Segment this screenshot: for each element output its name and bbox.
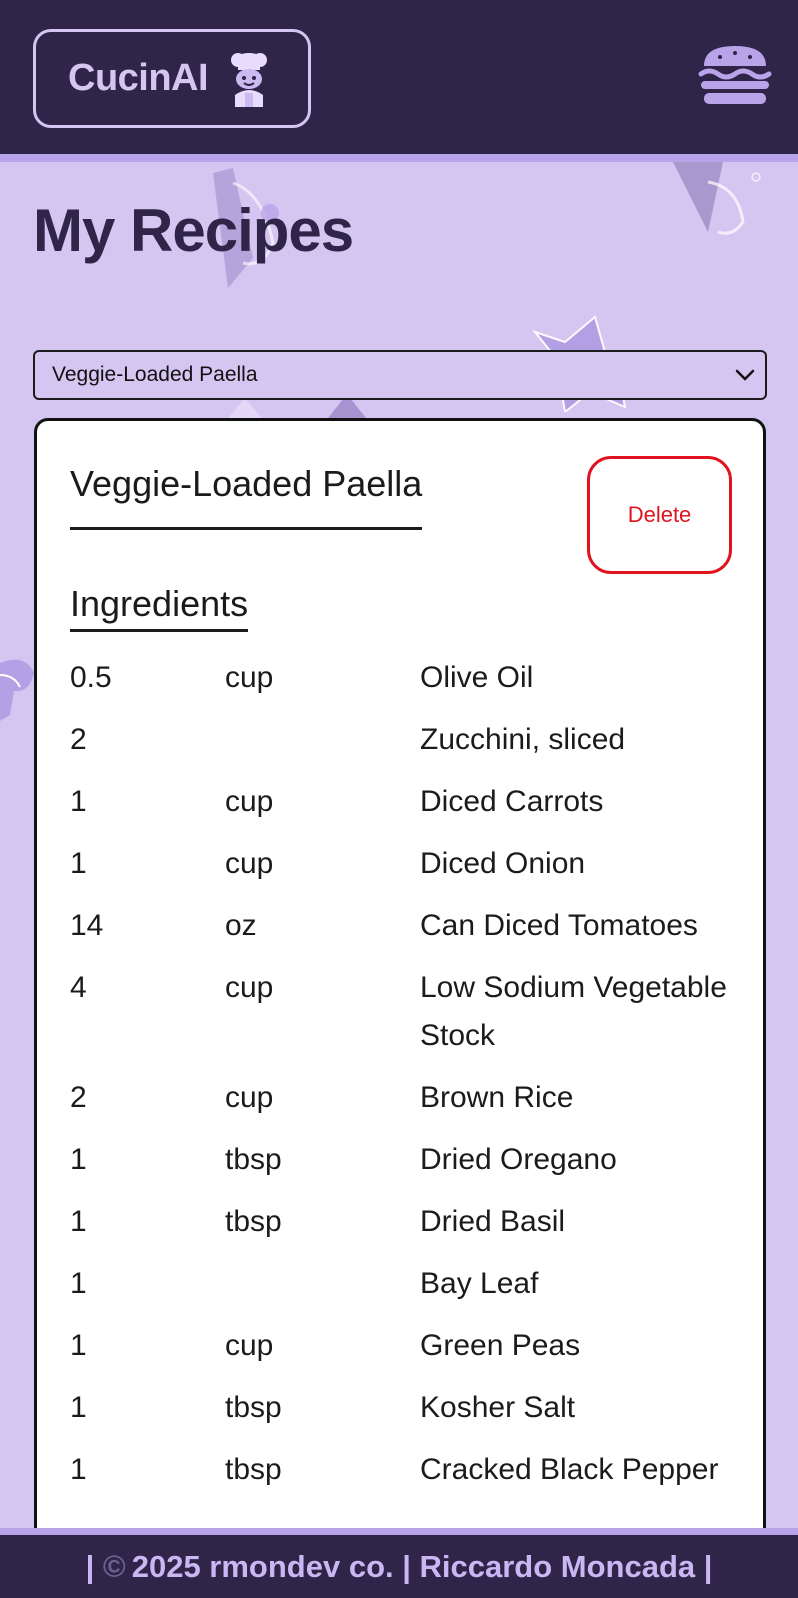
recipe-card: Veggie-Loaded Paella Delete Ingredients … [34, 418, 766, 1598]
footer-separator: | [85, 1548, 95, 1584]
ingredient-quantity: 1 [70, 847, 87, 880]
ingredient-quantity: 1 [70, 1453, 87, 1486]
ingredient-unit: cup [225, 785, 274, 818]
ingredient-name: Dried Basil [420, 1205, 566, 1238]
ingredient-unit: cup [225, 661, 274, 694]
background-doodle-icon [0, 659, 34, 721]
ingredients-list: 0.5 cup Olive Oil 2 Zucchini, sliced 1 cup Dice… [70, 647, 730, 1501]
ingredient-row: 1 cup Diced Carrots [70, 771, 730, 833]
ingredient-row: 1 Bay Leaf [70, 1253, 730, 1315]
ingredient-name: Green Peas [420, 1329, 581, 1362]
ingredient-unit: cup [225, 971, 274, 1004]
logo-text: CucinAI [68, 57, 209, 99]
ingredient-unit: cup [225, 1329, 274, 1362]
recipe-title: Veggie-Loaded Paella [70, 463, 423, 530]
recipe-select[interactable]: Veggie-Loaded Paella [33, 350, 767, 400]
ingredient-unit: tbsp [225, 1453, 282, 1486]
ingredient-unit: cup [225, 847, 274, 880]
chevron-down-icon [735, 369, 755, 381]
ingredient-name: Diced Carrots [420, 785, 604, 818]
ingredient-name: Diced Onion [420, 847, 586, 880]
ingredient-name: Kosher Salt [420, 1391, 576, 1424]
logo-home-link[interactable]: CucinAI [33, 29, 311, 128]
ingredient-name: Bay Leaf [420, 1267, 539, 1300]
ingredient-name: Low Sodium Vegetable Stock [420, 971, 727, 1052]
ingredient-row: 4 cup Low Sodium Vegetable Stock [70, 957, 730, 1067]
delete-button[interactable]: Delete [587, 456, 732, 574]
top-navbar: CucinAI [0, 0, 798, 162]
ingredient-unit: cup [225, 1081, 274, 1114]
ingredient-quantity: 1 [70, 1143, 87, 1176]
ingredients-heading: Ingredients [70, 583, 249, 632]
ingredient-quantity: 1 [70, 1205, 87, 1238]
footer-text: 2025 rmondev co. | Riccardo Moncada | [131, 1548, 713, 1584]
ingredient-unit: oz [225, 909, 257, 942]
ingredient-row: 1 tbsp Dried Oregano [70, 1129, 730, 1191]
ingredient-quantity: 1 [70, 1391, 87, 1424]
ingredient-name: Can Diced Tomatoes [420, 909, 698, 942]
ingredient-row: 14 oz Can Diced Tomatoes [70, 895, 730, 957]
background-doodle-icon [673, 162, 761, 235]
ingredient-quantity: 0.5 [70, 661, 112, 694]
footer: | © 2025 rmondev co. | Riccardo Moncada … [0, 1528, 798, 1598]
chef-icon [231, 52, 268, 107]
ingredient-unit: tbsp [225, 1143, 282, 1176]
ingredient-row: 1 cup Green Peas [70, 1315, 730, 1377]
page-title: My Recipes [33, 197, 354, 264]
ingredient-name: Dried Oregano [420, 1143, 617, 1176]
ingredient-row: 1 tbsp Kosher Salt [70, 1377, 730, 1439]
ingredient-row: 1 tbsp Dried Basil [70, 1191, 730, 1253]
ingredient-quantity: 1 [70, 1329, 87, 1362]
recipe-select-value: Veggie-Loaded Paella [52, 363, 258, 386]
ingredient-unit [225, 716, 420, 764]
ingredient-name: Olive Oil [420, 661, 534, 694]
ingredient-quantity: 14 [70, 909, 104, 942]
ingredient-name: Cracked Black Pepper [420, 1453, 719, 1486]
ingredient-row: 1 cup Diced Onion [70, 833, 730, 895]
ingredient-name: Brown Rice [420, 1081, 574, 1114]
ingredient-row: 1 tbsp Cracked Black Pepper [70, 1439, 730, 1501]
ingredient-row: 2 cup Brown Rice [70, 1067, 730, 1129]
ingredient-quantity: 2 [70, 723, 87, 756]
ingredient-unit [225, 1260, 420, 1308]
ingredient-name: Zucchini, sliced [420, 723, 626, 756]
ingredient-unit: tbsp [225, 1205, 282, 1238]
ingredient-unit: tbsp [225, 1391, 282, 1424]
ingredient-quantity: 1 [70, 1267, 87, 1300]
ingredient-quantity: 2 [70, 1081, 87, 1114]
burger-menu-icon[interactable] [698, 44, 772, 106]
copyright-icon: © [102, 1548, 126, 1584]
ingredient-quantity: 1 [70, 785, 87, 818]
ingredient-row: 0.5 cup Olive Oil [70, 647, 730, 709]
ingredient-quantity: 4 [70, 971, 87, 1004]
ingredient-row: 2 Zucchini, sliced [70, 709, 730, 771]
